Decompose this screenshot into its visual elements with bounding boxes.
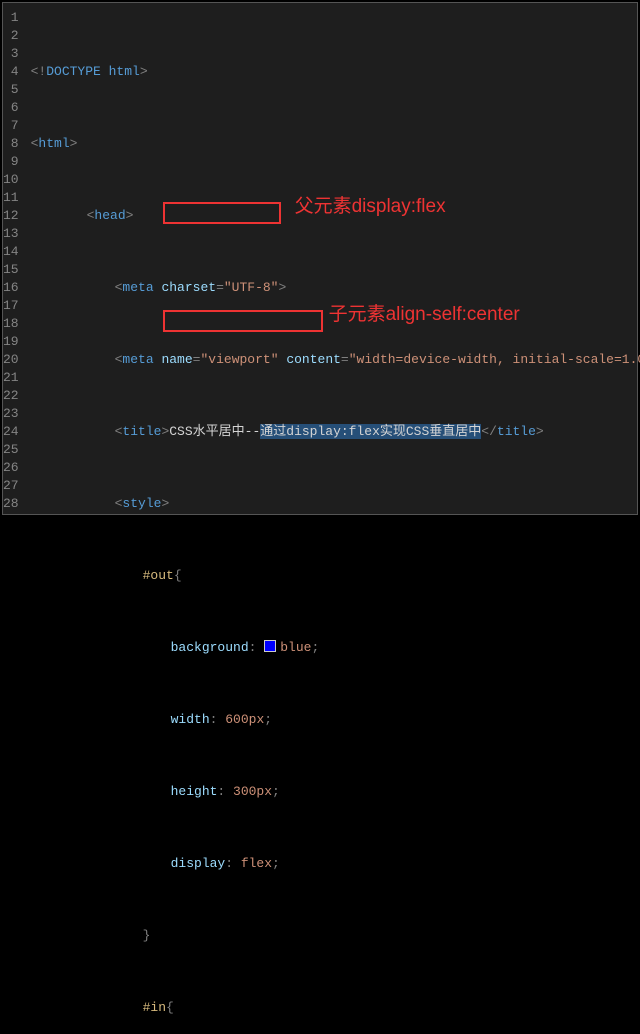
code-editor[interactable]: 1234567891011121314151617181920212223242… [2, 2, 638, 515]
line-number: 22 [3, 387, 19, 405]
line-number: 19 [3, 333, 19, 351]
line-number: 23 [3, 405, 19, 423]
selected-text[interactable]: 通过display:flex实现CSS垂直居中 [260, 424, 481, 439]
line-number: 26 [3, 459, 19, 477]
line-number: 13 [3, 225, 19, 243]
line-number: 14 [3, 243, 19, 261]
tag-style-open: style [122, 496, 161, 511]
tag-title: title [122, 424, 161, 439]
annotation-label-2: 子元素align-self:center [329, 306, 520, 324]
tag-head-open: head [94, 208, 125, 223]
line-number: 4 [3, 63, 19, 81]
line-number: 9 [3, 153, 19, 171]
tag-meta: meta [122, 280, 153, 295]
line-number: 5 [3, 81, 19, 99]
line-number: 16 [3, 279, 19, 297]
line-number: 24 [3, 423, 19, 441]
line-number: 28 [3, 495, 19, 513]
tag-meta-viewport: meta [122, 352, 153, 367]
css-selector-out: #out [143, 568, 174, 583]
line-number: 7 [3, 117, 19, 135]
line-number: 17 [3, 297, 19, 315]
color-swatch-icon [264, 640, 276, 652]
tag-html-open: html [38, 136, 69, 151]
line-number: 20 [3, 351, 19, 369]
annotation-box-2 [163, 310, 323, 332]
line-number: 11 [3, 189, 19, 207]
line-number: 25 [3, 441, 19, 459]
code-area[interactable]: <!DOCTYPE html> <html> <head> <meta char… [27, 3, 640, 514]
line-number: 18 [3, 315, 19, 333]
line-number: 15 [3, 261, 19, 279]
line-number: 6 [3, 99, 19, 117]
line-number: 27 [3, 477, 19, 495]
doctype: DOCTYPE html [46, 64, 140, 79]
line-number: 21 [3, 369, 19, 387]
line-number: 1 [3, 9, 19, 27]
line-number: 10 [3, 171, 19, 189]
line-number-gutter: 1234567891011121314151617181920212223242… [3, 3, 27, 514]
css-selector-in: #in [143, 1000, 166, 1015]
line-number: 2 [3, 27, 19, 45]
line-number: 8 [3, 135, 19, 153]
line-number: 12 [3, 207, 19, 225]
line-number: 3 [3, 45, 19, 63]
